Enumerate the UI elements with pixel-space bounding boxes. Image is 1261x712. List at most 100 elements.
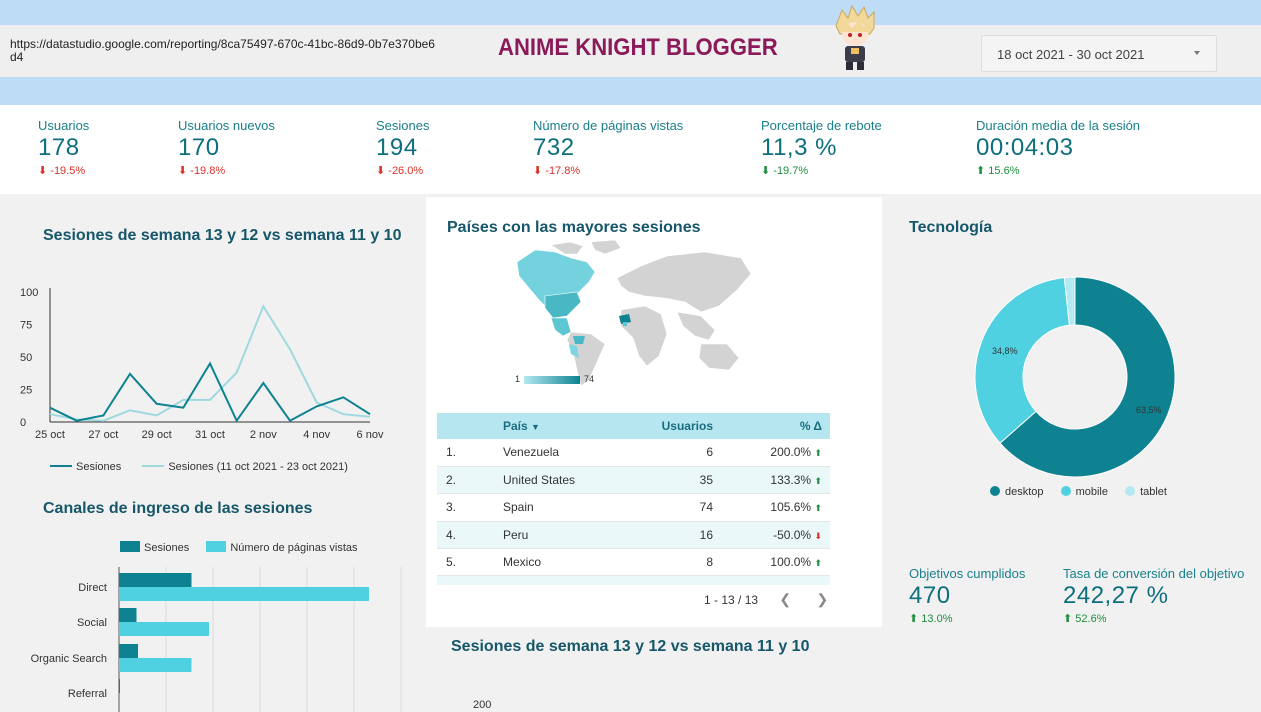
slice-label-desktop: 63,5% (1136, 405, 1162, 415)
legend-label: Sesiones (144, 542, 190, 554)
row-delta-value: 200.0% (770, 445, 812, 460)
countries-table-wrap[interactable]: País ▼ Usuarios % Δ 1. Venezuela 6 200.0% ⬆… (437, 413, 830, 585)
legend-dot (1060, 486, 1071, 496)
arrow-down-icon: ⬇ (178, 165, 188, 177)
legend-swatch (120, 541, 140, 552)
row-delta-value: -50.0% (773, 527, 812, 542)
row-delta: 133.3% ⬆ (713, 466, 830, 495)
sessions-chart-title: Sesiones de semana 13 y 12 vs semana 11 … (43, 227, 402, 244)
sessions-line-chart[interactable]: 0 25 50 75 100 25 oct 27 oct 29 oct 31 oct 2 nov 4… (0, 280, 400, 450)
goals-completed: Objetivos cumplidos 470 ⬆ 13.0% (909, 566, 1025, 625)
brand-title: ANIME KNIGHT BLOGGER (498, 34, 778, 61)
x-tick-label: 25 oct (35, 429, 65, 441)
kpi-value: 194 (376, 134, 418, 161)
arrow-up-icon: ⬆ (814, 558, 822, 569)
legend-label: Número de páginas vistas (230, 542, 358, 554)
table-row[interactable]: 2. United States 35 133.3% ⬆ (437, 466, 830, 495)
kpi-delta: ⬇ -19.5% (38, 164, 89, 177)
world-map[interactable] (505, 240, 755, 390)
col-index (437, 413, 503, 439)
row-index: 5. (437, 548, 503, 577)
row-country: Spain (503, 493, 643, 522)
row-users: 35 (643, 466, 713, 495)
row-delta: -75.0% ⬇ (713, 575, 830, 585)
anime-avatar-icon (835, 4, 875, 70)
row-delta: 100.0% ⬆ (713, 548, 830, 577)
table-row[interactable]: 1. Venezuela 6 200.0% ⬆ (437, 439, 830, 467)
kpi-delta-value: -19.5% (50, 165, 86, 177)
legend-dot (1125, 486, 1136, 496)
kpi-delta-value: 15.6% (988, 165, 1020, 177)
table-row[interactable]: 3. Spain 74 105.6% ⬆ (437, 493, 830, 522)
row-country: Mexico (503, 548, 643, 577)
kpi-label: Duración media de la sesión (976, 118, 1141, 133)
x-tick-label: 2 nov (250, 429, 277, 441)
bar-paginas-vistas (119, 622, 209, 636)
row-country: Malaysia (503, 575, 643, 585)
report-url[interactable]: https://datastudio.google.com/reporting/… (10, 38, 440, 64)
row-delta: 105.6% ⬆ (713, 493, 830, 522)
legend-swatch (50, 465, 72, 467)
goals-conversion-value: 242,27 % (1063, 582, 1169, 609)
goals-conversion-label: Tasa de conversión del objetivo (1063, 566, 1245, 581)
col-users[interactable]: Usuarios (643, 413, 713, 439)
kpi-value: 11,3 % (761, 134, 837, 161)
y-tick-label: 75 (20, 320, 32, 332)
map-scale-max: 74 (584, 374, 595, 384)
table-row[interactable]: 5. Mexico 8 100.0% ⬆ (437, 548, 830, 577)
goals-completed-delta: ⬆ 13.0% (909, 612, 1025, 625)
arrow-up-icon: ⬆ (814, 448, 822, 459)
channels-legend: Sesiones Número de páginas vistas (120, 541, 358, 554)
x-tick-label: 29 oct (142, 429, 172, 441)
col-country[interactable]: País ▼ (503, 413, 643, 439)
col-country-label: País (503, 419, 528, 433)
row-delta: 200.0% ⬆ (713, 439, 830, 467)
tech-donut-chart[interactable]: 63,5% 34,8% (960, 262, 1190, 492)
kpi-delta: ⬆ 15.6% (976, 164, 1140, 177)
arrow-down-icon: ⬇ (38, 165, 48, 177)
legend-dot (990, 486, 1000, 496)
bar-sesiones (119, 573, 192, 587)
map-scale-min: 1 (515, 374, 521, 384)
channels-bar-chart[interactable]: Direct Social Organic Search Referral (0, 565, 410, 712)
chevron-left-icon[interactable]: ❮ (779, 591, 791, 608)
category-label: Organic Search (31, 653, 107, 665)
arrow-down-icon: ⬇ (761, 165, 771, 177)
tech-legend: desktop mobile tablet (990, 486, 1167, 498)
kpi-sesiones: Sesiones 194 ⬇ -26.0% (376, 118, 429, 177)
channels-chart-title: Canales de ingreso de las sesiones (43, 500, 313, 517)
row-country: United States (503, 466, 643, 495)
legend-swatch (142, 465, 165, 467)
kpi-value: 732 (533, 134, 575, 161)
kpi-duracion-media: Duración media de la sesión 00:04:03 ⬆ 1… (976, 118, 1140, 177)
row-users: 16 (643, 521, 713, 550)
kpi-delta-value: -17.8% (545, 165, 581, 177)
category-label: Social (77, 617, 107, 629)
table-row[interactable]: 4. Peru 16 -50.0% ⬇ (437, 521, 830, 550)
category-label: Referral (68, 688, 107, 700)
table-row[interactable]: 6.Malaysia1-75.0% ⬇ (437, 575, 830, 585)
kpi-delta: ⬇ -19.7% (761, 164, 882, 177)
bottom-chart-tick: 200 (473, 699, 492, 711)
goals-completed-label: Objetivos cumplidos (909, 566, 1026, 581)
sessions-legend: Sesiones Sesiones (11 oct 2021 - 23 oct … (50, 461, 348, 473)
kpi-delta: ⬇ -17.8% (533, 164, 683, 177)
row-users: 1 (643, 575, 713, 585)
kpi-label: Usuarios (38, 118, 90, 133)
row-delta-value: 133.3% (770, 473, 812, 488)
col-delta[interactable]: % Δ (713, 413, 830, 439)
legend-label: desktop (1005, 486, 1044, 498)
arrow-down-icon: ⬇ (376, 165, 386, 177)
arrow-up-icon: ⬆ (909, 613, 919, 625)
legend-label: Sesiones (76, 461, 122, 473)
row-delta-value: 100.0% (770, 555, 812, 570)
date-range-selector[interactable]: 18 oct 2021 - 30 oct 2021 (981, 35, 1217, 72)
date-range-label: 18 oct 2021 - 30 oct 2021 (997, 47, 1145, 62)
arrow-up-icon: ⬆ (976, 165, 986, 177)
header-blue-bar (0, 77, 1261, 105)
chevron-right-icon[interactable]: ❯ (816, 591, 828, 608)
slice-mobile (974, 277, 1071, 444)
y-tick-label: 50 (20, 352, 32, 364)
y-tick-label: 100 (20, 287, 38, 299)
legend-swatch (206, 541, 227, 552)
